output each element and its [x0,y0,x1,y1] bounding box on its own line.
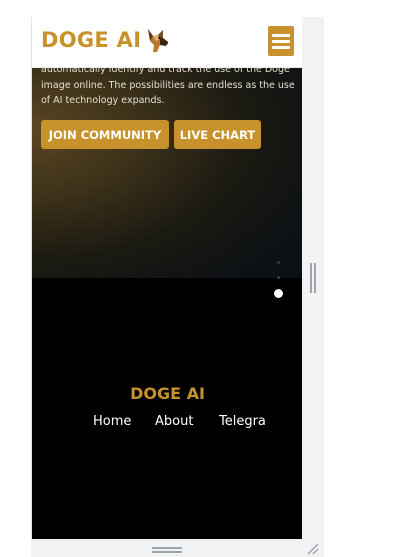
carousel-dot[interactable] [277,276,280,279]
brand-name: DOGE AI [41,28,142,52]
site-footer: DOGE AI Home About Telegram [32,278,302,539]
grip-line [152,551,182,553]
footer-nav: Home About Telegram [32,414,267,434]
corner-resize-icon[interactable] [306,542,320,556]
hamburger-line [272,45,290,49]
hero-buttons: JOIN COMMUNITY LIVE CHART [41,120,261,149]
hamburger-line [272,39,290,43]
live-chart-button[interactable]: LIVE CHART [174,120,261,149]
grip-line [310,263,312,293]
join-community-button[interactable]: JOIN COMMUNITY [41,120,169,149]
carousel-dots [274,261,284,301]
footer-link-home[interactable]: Home [93,414,131,429]
footer-brand: DOGE AI [130,384,205,403]
site-header: DOGE AI [32,17,302,68]
brand-logo[interactable]: DOGE AI [41,25,170,55]
carousel-dot-active[interactable] [274,289,283,298]
hero-description: automatically identify and track the use… [41,64,295,106]
grip-line [152,547,182,549]
browser-stage: DOGE AI automatically identify and track [0,0,412,557]
grip-line [314,263,316,293]
height-resize-handle[interactable] [152,547,182,553]
hamburger-menu-icon [272,33,290,37]
footer-link-about[interactable]: About [155,414,193,429]
menu-button[interactable] [268,26,294,56]
hero-section: automatically identify and track the use… [32,64,302,278]
carousel-dot[interactable] [277,261,280,264]
width-resize-handle[interactable] [310,263,316,293]
dog-head-icon [148,29,169,52]
footer-link-telegram[interactable]: Telegram [219,414,267,429]
responsive-viewport: DOGE AI automatically identify and track [31,17,302,539]
